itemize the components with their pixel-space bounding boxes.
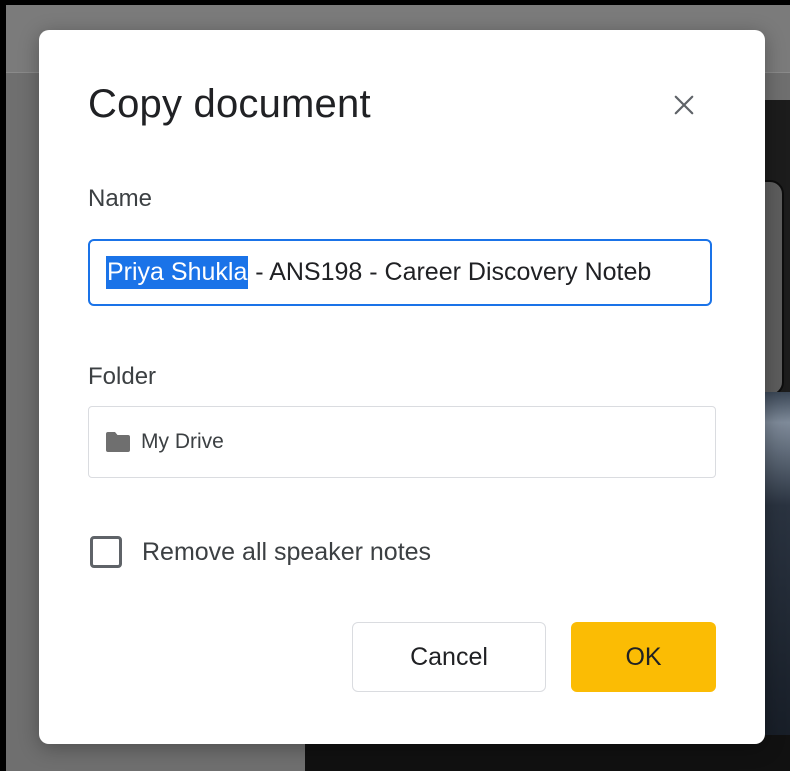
- dialog-title: Copy document: [88, 82, 371, 126]
- name-rest-text: - ANS198 - Career Discovery Noteb: [248, 258, 652, 286]
- remove-speaker-notes-checkbox[interactable]: [90, 536, 122, 568]
- name-label: Name: [88, 185, 153, 212]
- checkbox-label[interactable]: Remove all speaker notes: [142, 538, 431, 567]
- speaker-notes-option: Remove all speaker notes: [90, 536, 431, 568]
- screen-edge-top: [0, 0, 790, 5]
- ok-button[interactable]: OK: [571, 622, 716, 692]
- folder-label: Folder: [88, 363, 157, 390]
- close-icon: [674, 95, 694, 115]
- name-input[interactable]: Priya Shukla - ANS198 - Career Discovery…: [88, 239, 712, 306]
- close-button[interactable]: [659, 80, 709, 130]
- folder-picker[interactable]: My Drive: [88, 406, 716, 478]
- folder-icon: [106, 432, 130, 452]
- folder-value: My Drive: [141, 430, 224, 453]
- name-selected-text: Priya Shukla: [106, 256, 249, 289]
- copy-document-dialog: Copy document Name Priya Shukla - ANS198…: [39, 30, 765, 744]
- screen-edge-left: [0, 0, 6, 771]
- cancel-button[interactable]: Cancel: [352, 622, 546, 692]
